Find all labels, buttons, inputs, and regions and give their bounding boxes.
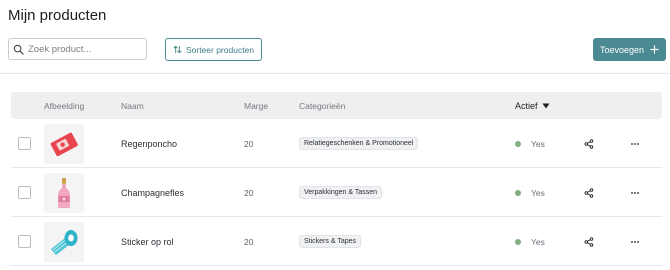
product-margin: 20: [244, 236, 254, 247]
product-margin: 20: [244, 138, 254, 149]
share-button[interactable]: [581, 185, 597, 201]
more-options-button[interactable]: [627, 234, 643, 250]
category-tag: Relatiegeschenken & Promotioneel: [299, 137, 419, 150]
category-tag: Stickers & Tapes: [299, 235, 362, 248]
share-icon: [584, 138, 594, 149]
champagne-bottle-image: [58, 177, 70, 208]
sort-arrows-icon: [173, 45, 182, 54]
more-horizontal-icon: [631, 240, 639, 243]
table-header: Afbeelding Naam Marge Categorieën Actief: [11, 92, 662, 119]
product-name[interactable]: Sticker op rol: [121, 217, 174, 266]
poncho-package-image: [50, 132, 78, 156]
product-name[interactable]: Regenponcho: [121, 119, 177, 168]
sort-products-button[interactable]: Sorteer producten: [165, 38, 262, 61]
table-row: Sticker op rol 20 Stickers & Tapes Yes: [11, 217, 662, 266]
add-product-button[interactable]: Toevoegen: [593, 38, 666, 61]
row-checkbox[interactable]: [18, 235, 31, 248]
toolbar-divider: [0, 73, 670, 74]
more-options-button[interactable]: [627, 185, 643, 201]
product-name[interactable]: Champagnefles: [121, 168, 184, 217]
sticker-roll-image: [51, 229, 78, 255]
product-image: [44, 123, 84, 164]
status-dot: [515, 140, 521, 147]
table-row: Regenponcho 20 Relatiegeschenken & Promo…: [11, 119, 662, 168]
search-box[interactable]: [8, 38, 147, 60]
status-dot: [515, 238, 521, 245]
product-margin: 20: [244, 187, 254, 198]
share-button[interactable]: [581, 136, 597, 152]
column-header-image: Afbeelding: [44, 100, 85, 111]
table-row: Champagnefles 20 Verpakkingen & Tassen Y…: [11, 168, 662, 217]
column-header-categories[interactable]: Categorieën: [299, 92, 345, 119]
plus-icon: [650, 45, 659, 54]
search-icon: [13, 44, 24, 55]
search-input[interactable]: [28, 43, 143, 55]
column-header-name[interactable]: Naam: [121, 92, 144, 119]
sort-products-label: Sorteer producten: [185, 44, 255, 55]
add-product-label: Toevoegen: [599, 44, 645, 55]
column-header-active-label: Actief: [515, 100, 538, 111]
products-table: Afbeelding Naam Marge Categorieën Actief…: [11, 92, 662, 266]
column-header-active[interactable]: Actief: [515, 92, 550, 119]
share-icon: [584, 236, 594, 247]
status-text: Yes: [531, 138, 545, 149]
status-text: Yes: [531, 187, 545, 198]
caret-down-icon: [542, 103, 550, 108]
more-options-button[interactable]: [627, 136, 643, 152]
column-header-margin[interactable]: Marge: [244, 92, 268, 119]
row-checkbox[interactable]: [18, 186, 31, 199]
product-image: [44, 221, 84, 262]
more-horizontal-icon: [631, 142, 639, 145]
share-button[interactable]: [581, 234, 597, 250]
status-dot: [515, 189, 521, 196]
share-icon: [584, 187, 594, 198]
row-checkbox[interactable]: [18, 137, 31, 150]
category-tag: Verpakkingen & Tassen: [299, 186, 383, 199]
more-horizontal-icon: [631, 191, 639, 194]
status-text: Yes: [531, 236, 545, 247]
page-title: Mijn producten: [8, 7, 107, 24]
product-image: [44, 172, 84, 213]
